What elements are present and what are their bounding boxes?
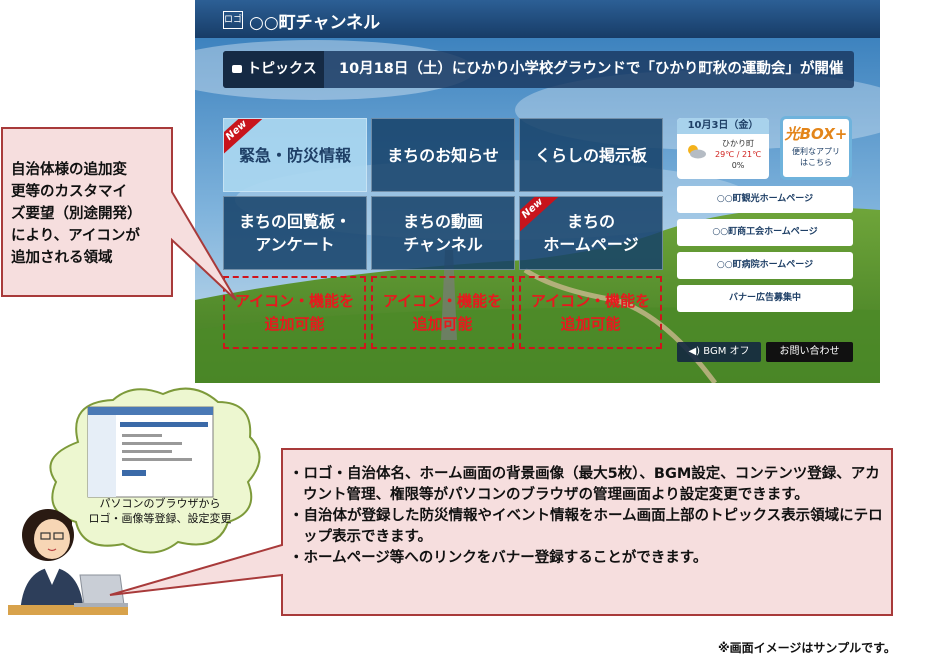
partly-cloudy-icon bbox=[688, 145, 706, 159]
note-item: ・自治体が登録した防災情報やイベント情報をホーム画面上部のトピックス表示領域にテ… bbox=[289, 508, 883, 545]
topics-text: 10月18日（土）にひかり小学校グラウンドで「ひかり町秋の運動会」が開催 bbox=[339, 61, 844, 77]
note-item: ・ホームページ等へのリンクをバナー登録することができます。 bbox=[289, 550, 708, 566]
tile-label: 緊急・防災情報 bbox=[238, 145, 351, 165]
weather-widget[interactable]: 10月3日（金） ひかり町 29℃ / 21℃ 0% bbox=[677, 118, 769, 179]
weather-date: 10月3日（金） bbox=[677, 118, 769, 134]
tile-emergency-info[interactable]: New 緊急・防災情報 bbox=[223, 118, 367, 192]
hikari-box-caption: 便利なアプリ はこちら bbox=[792, 147, 840, 167]
tile-label: くらしの掲示板 bbox=[534, 145, 647, 165]
contact-button[interactable]: お問い合わせ bbox=[766, 342, 853, 362]
banner-hospital[interactable]: ○○町病院ホームページ bbox=[677, 252, 853, 279]
channel-title: ○○町チャンネル bbox=[249, 13, 381, 33]
tile-homepage[interactable]: New まちの ホームページ bbox=[519, 196, 663, 270]
tile-town-news[interactable]: まちのお知らせ bbox=[371, 118, 515, 192]
banner-commerce[interactable]: ○○町商工会ホームページ bbox=[677, 219, 853, 246]
topics-ticker[interactable]: トピックス 10月18日（土）にひかり小学校グラウンドで「ひかり町秋の運動会」が… bbox=[223, 51, 854, 88]
app-header: ロゴ ○○町チャンネル bbox=[195, 0, 880, 38]
add-function-slot: アイコン・機能を 追加可能 bbox=[223, 276, 366, 349]
weather-details: ひかり町 29℃ / 21℃ 0% bbox=[715, 139, 762, 170]
banner-ad-recruit[interactable]: バナー広告募集中 bbox=[677, 285, 853, 312]
hikari-box-logo: 光BOX+ bbox=[784, 125, 848, 143]
topics-label-text: トピックス bbox=[247, 61, 317, 77]
callout-text: 自治体様の追加変 更等のカスタマイ ズ要望（別途開発） により、アイコンが 追加… bbox=[11, 162, 142, 266]
bgm-toggle-button[interactable]: ◀) BGM オフ bbox=[677, 342, 761, 362]
tile-bulletin-board[interactable]: くらしの掲示板 bbox=[519, 118, 663, 192]
sample-footnote: ※画面イメージはサンプルです。 bbox=[718, 641, 896, 655]
tile-label: まちの動画 チャンネル bbox=[402, 212, 483, 254]
tile-label: まちのお知らせ bbox=[387, 145, 499, 165]
tile-circular-survey[interactable]: まちの回覧板・ アンケート bbox=[223, 196, 367, 270]
speaker-icon: ◀) bbox=[688, 346, 704, 357]
tv-home-screen: ロゴ ○○町チャンネル トピックス 10月18日（土）にひかり小学校グラウンドで… bbox=[195, 0, 880, 383]
add-function-slot: アイコン・機能を 追加可能 bbox=[371, 276, 514, 349]
banner-tourism[interactable]: ○○町観光ホームページ bbox=[677, 186, 853, 213]
hikari-box-button[interactable]: 光BOX+ 便利なアプリ はこちら bbox=[780, 116, 852, 180]
tile-label: まちの ホームページ bbox=[543, 212, 639, 254]
tile-video-channel[interactable]: まちの動画 チャンネル bbox=[371, 196, 515, 270]
add-function-slot: アイコン・機能を 追加可能 bbox=[519, 276, 662, 349]
feature-notes: ・ロゴ・自治体名、ホーム画面の背景画像（最大5枚）、BGM設定、コンテンツ登録、… bbox=[289, 464, 889, 569]
tile-label: まちの回覧板・ アンケート bbox=[238, 212, 351, 254]
note-item: ・ロゴ・自治体名、ホーム画面の背景画像（最大5枚）、BGM設定、コンテンツ登録、… bbox=[289, 466, 880, 503]
